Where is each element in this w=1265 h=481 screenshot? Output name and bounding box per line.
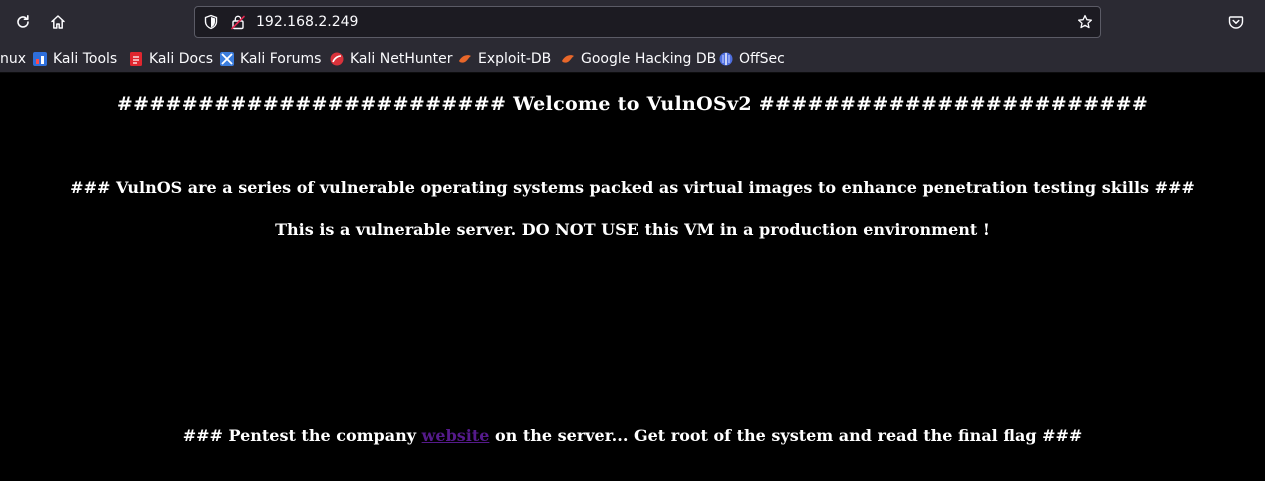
bookmark-exploit-db[interactable]: Exploit-DB	[458, 49, 551, 69]
bookmark-label: nux	[0, 51, 27, 67]
google-hacking-db-icon	[562, 55, 574, 63]
task-prefix: ### Pentest the company	[182, 426, 422, 445]
exploit-db-icon	[459, 55, 471, 63]
offsec-icon	[719, 52, 733, 66]
insecure-lock-icon[interactable]	[230, 14, 246, 30]
reload-icon	[17, 15, 29, 28]
browser-toolbar: 192.168.2.249	[0, 0, 1265, 44]
home-icon	[51, 15, 65, 29]
warning-text: This is a vulnerable server. DO NOT USE …	[275, 220, 990, 239]
tracking-protection-shield-icon[interactable]	[203, 14, 219, 30]
bookmark-label: Kali Forums	[240, 51, 322, 67]
bookmark-kali-tools[interactable]: Kali Tools	[33, 49, 117, 69]
bookmark-label: Exploit-DB	[478, 51, 552, 67]
home-button[interactable]	[45, 9, 71, 35]
task-suffix: on the server... Get root of the system …	[489, 426, 1083, 445]
bookmark-label: OffSec	[739, 51, 785, 67]
bookmark-kali-forums[interactable]: Kali Forums	[220, 49, 321, 69]
bookmark-label: Kali Tools	[53, 51, 118, 67]
intro-text: ### VulnOS are a series of vulnerable op…	[70, 178, 1195, 197]
kali-tools-icon	[33, 52, 47, 66]
page-heading: ######################## Welcome to Vuln…	[116, 93, 1149, 115]
bookmark-label: Kali Docs	[149, 51, 214, 67]
bookmark-label: Kali NetHunter	[350, 51, 453, 67]
bookmarks-toolbar: nux Kali Tools Kali Docs Kali Forums Kal…	[0, 44, 1265, 73]
bookmark-kali-nethunter[interactable]: Kali NetHunter	[330, 49, 452, 69]
kali-forums-icon	[220, 52, 234, 66]
bookmark-label: Google Hacking DB	[581, 51, 717, 67]
bookmark-offsec[interactable]: OffSec	[719, 49, 785, 69]
url-text[interactable]: 192.168.2.249	[256, 14, 358, 30]
website-link[interactable]: website	[422, 426, 490, 445]
reload-button[interactable]	[10, 9, 36, 35]
pocket-button[interactable]	[1223, 9, 1249, 35]
pocket-icon	[1228, 16, 1244, 29]
kali-docs-icon	[130, 52, 142, 66]
bookmark-kali-linux[interactable]: nux	[0, 49, 26, 69]
bookmark-google-hacking-db[interactable]: Google Hacking DB	[561, 49, 716, 69]
url-bar[interactable]: 192.168.2.249	[194, 6, 1101, 38]
kali-nethunter-icon	[330, 52, 344, 66]
bookmark-star-icon[interactable]	[1077, 14, 1093, 30]
task-text: ### Pentest the company website on the s…	[0, 426, 1265, 446]
web-page: ######################## Welcome to Vuln…	[0, 74, 1265, 481]
bookmark-kali-docs[interactable]: Kali Docs	[129, 49, 213, 69]
